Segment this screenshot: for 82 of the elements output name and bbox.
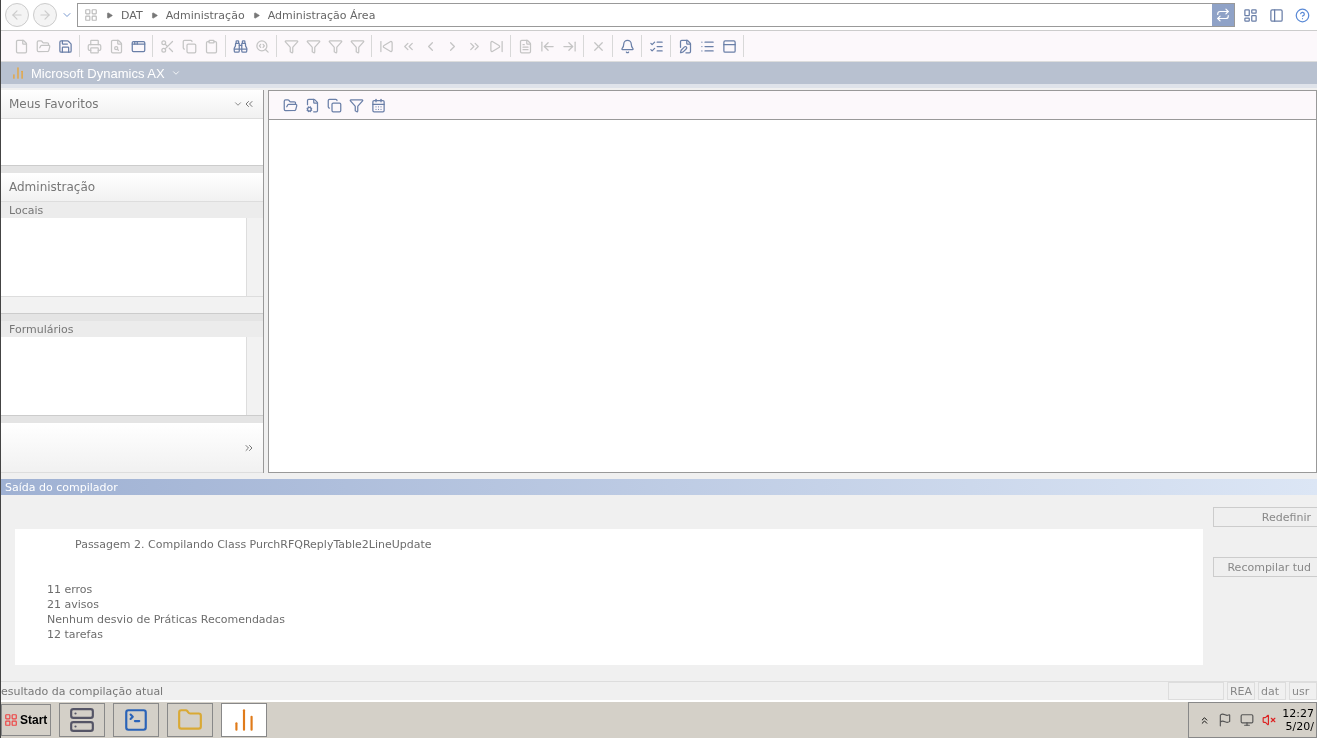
- filter-icon: [305, 38, 321, 54]
- clock-time: 12:27: [1282, 707, 1314, 720]
- help-icon: [1294, 7, 1310, 23]
- splitter[interactable]: [1, 165, 263, 173]
- taskbar-app[interactable]: [59, 703, 105, 737]
- refresh-button[interactable]: [1212, 4, 1234, 26]
- vertical-scrollbar[interactable]: [246, 218, 263, 296]
- grid-icon: [84, 8, 98, 22]
- binoculars-icon: [232, 38, 248, 54]
- server-icon: [69, 707, 95, 733]
- printer-icon: [86, 38, 102, 54]
- output-line: 21 avisos: [47, 597, 100, 612]
- taskbar-app[interactable]: [167, 703, 213, 737]
- scissors-icon: [159, 38, 175, 54]
- caret-icon: [170, 68, 181, 78]
- copy-icon: [326, 97, 342, 113]
- folder-icon: [282, 97, 298, 113]
- find-next-icon: [254, 38, 270, 54]
- terminal-icon: [123, 707, 149, 733]
- breadcrumb-arrow-icon: [252, 11, 260, 19]
- copy-icon: [181, 38, 197, 54]
- dropdown-icon[interactable]: [233, 99, 243, 109]
- last-record-icon: [488, 38, 504, 54]
- status-field: usr: [1289, 682, 1317, 700]
- settings-document-icon: [304, 97, 320, 113]
- preview-icon: [108, 38, 124, 54]
- edit-document-icon: [677, 38, 693, 54]
- splitter[interactable]: [1, 415, 263, 423]
- calendar-icon: [370, 97, 386, 113]
- checklist-icon: [648, 38, 664, 54]
- windows-logo-icon: [4, 713, 18, 727]
- list-icon: [699, 38, 715, 54]
- compiler-button[interactable]: Redefinir: [1213, 507, 1317, 527]
- splitter[interactable]: [1, 313, 263, 321]
- filter-icon: [348, 97, 364, 113]
- address-field[interactable]: DAT Administração Administração Área: [77, 3, 1235, 27]
- clipboard-icon: [203, 38, 219, 54]
- window-icon: [130, 38, 146, 54]
- status-field: dat: [1258, 682, 1286, 700]
- taskbar-app[interactable]: [113, 703, 159, 737]
- bar-chart-icon: [11, 66, 25, 80]
- breadcrumb-item[interactable]: Administração: [165, 8, 245, 22]
- document-icon: [517, 38, 533, 54]
- folder-icon: [177, 707, 203, 733]
- vertical-scrollbar[interactable]: [246, 337, 263, 415]
- chevron-up-icon[interactable]: [1199, 714, 1210, 726]
- start-button[interactable]: Start: [1, 704, 51, 736]
- pane-title: Locais: [1, 202, 263, 218]
- taskbar-app[interactable]: [221, 703, 267, 737]
- panel-icon: [721, 38, 737, 54]
- compiler-title: Saída do compilador: [1, 479, 1317, 495]
- status-message: esultado da compilação atual: [1, 684, 165, 698]
- volume-muted-icon[interactable]: [1262, 713, 1276, 727]
- first-record-icon: [378, 38, 394, 54]
- breadcrumb-item[interactable]: DAT: [121, 8, 143, 22]
- status-field: REA: [1226, 682, 1255, 700]
- forward-button[interactable]: [33, 3, 57, 27]
- output-line: Passagem 2. Compilando Class PurchRFQReplyTable2LineUpdate: [74, 537, 433, 552]
- filter-icon: [349, 38, 365, 54]
- layout-icon: [1242, 7, 1258, 23]
- breadcrumb-item[interactable]: Administração Área: [267, 8, 376, 22]
- filter-icon: [327, 38, 343, 54]
- filter-icon: [283, 38, 299, 54]
- refresh-icon: [1216, 8, 1230, 22]
- output-line: Nenhum desvio de Práticas Recomendadas: [47, 612, 287, 627]
- flag-icon[interactable]: [1218, 713, 1232, 727]
- new-file-icon: [13, 38, 29, 54]
- bell-icon: [619, 38, 635, 54]
- collapse-icon[interactable]: [243, 98, 255, 110]
- compiler-button[interactable]: Recompilar tud: [1213, 557, 1317, 577]
- save-icon: [57, 38, 73, 54]
- breadcrumb-arrow-icon: [150, 11, 158, 19]
- output-line: 12 tarefas: [47, 627, 104, 642]
- output-line: 11 erros: [47, 582, 94, 597]
- pane-title: Meus Favoritos: [9, 97, 100, 111]
- breadcrumb-arrow-icon: [106, 11, 113, 19]
- pane-title: Formulários: [1, 321, 263, 337]
- panel-icon: [1268, 7, 1284, 23]
- horizontal-scrollbar[interactable]: [1, 296, 263, 313]
- clock-date: 5/20/: [1285, 720, 1314, 733]
- back-button[interactable]: [5, 3, 29, 27]
- folder-icon: [35, 38, 51, 54]
